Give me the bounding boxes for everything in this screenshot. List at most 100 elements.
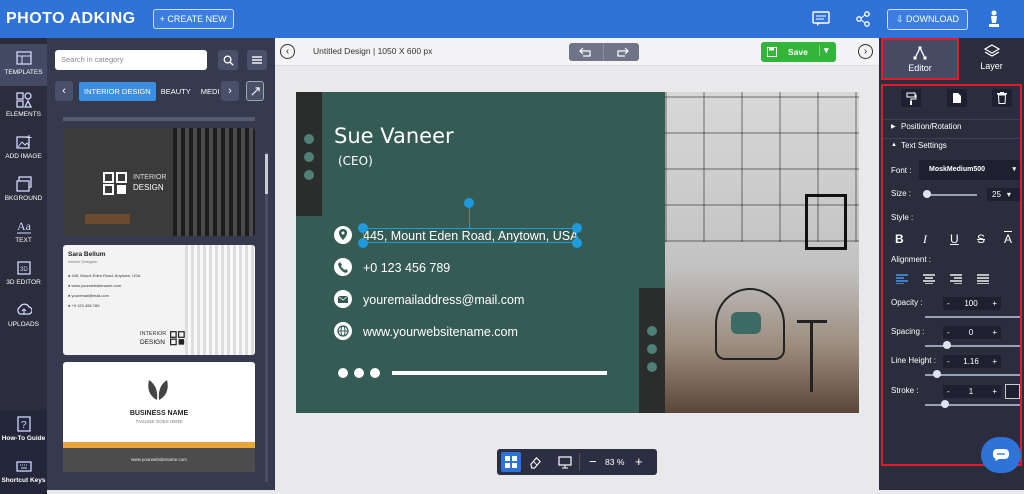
redo-button[interactable] xyxy=(604,43,639,61)
template-scrollbar-thumb[interactable] xyxy=(265,154,268,194)
resize-handle[interactable] xyxy=(572,223,582,233)
uppercase-button[interactable]: A xyxy=(1004,232,1012,246)
card-name[interactable]: Sue Vaneer xyxy=(334,124,454,148)
category-tab-interior-design[interactable]: INTERIOR DESIGN xyxy=(79,81,156,101)
spacing-slider-knob[interactable] xyxy=(943,341,951,349)
nav-add-image[interactable]: ADD IMAGE xyxy=(0,128,47,170)
expand-button[interactable] xyxy=(246,81,264,101)
resize-handle[interactable] xyxy=(572,238,582,248)
eraser-button[interactable] xyxy=(525,452,545,472)
align-left-button[interactable] xyxy=(895,272,909,286)
category-tab-beauty[interactable]: BEAUTY xyxy=(156,82,196,101)
card-website[interactable]: www.yourwebsitename.com xyxy=(363,325,518,339)
bold-button[interactable]: B xyxy=(895,232,904,246)
underline-button[interactable]: U xyxy=(950,232,959,246)
template-card-3[interactable]: BUSINESS NAME TAGLINE GOES HERE www.your… xyxy=(63,362,255,472)
size-select[interactable]: 25 ▾ xyxy=(987,188,1020,201)
card-email[interactable]: youremailaddress@mail.com xyxy=(363,293,524,307)
opacity-stepper[interactable]: - 100 + xyxy=(943,297,1001,310)
size-slider[interactable] xyxy=(925,194,977,196)
business-card-canvas[interactable]: Sue Vaneer (CEO) 445, Mount Eden Road, A… xyxy=(296,92,859,413)
feedback-icon[interactable] xyxy=(809,7,833,31)
redo-icon xyxy=(616,47,629,57)
card-room-photo[interactable] xyxy=(665,92,859,413)
undo-icon xyxy=(579,47,591,57)
nav-shortcut-keys[interactable]: Shortcut Keys xyxy=(0,452,47,494)
present-button[interactable] xyxy=(555,452,575,472)
nav-elements[interactable]: ELEMENTS xyxy=(0,86,47,128)
increment-button[interactable]: + xyxy=(992,328,997,337)
resize-handle[interactable] xyxy=(358,223,368,233)
location-icon xyxy=(334,226,352,244)
save-dropdown-caret[interactable]: ▾ xyxy=(819,45,829,56)
template-card-2[interactable]: Sara Bellum Interior Designer ● 445, Mou… xyxy=(63,245,255,355)
tab-layer[interactable]: Layer xyxy=(959,38,1024,80)
card-role[interactable]: (CEO) xyxy=(338,154,373,168)
card-phone[interactable]: +0 123 456 789 xyxy=(363,261,450,275)
increment-button[interactable]: + xyxy=(992,357,997,366)
align-justify-button[interactable] xyxy=(976,272,990,286)
list-view-button[interactable] xyxy=(247,50,267,70)
increment-button[interactable]: + xyxy=(992,299,997,308)
stroke-color-swatch[interactable] xyxy=(1005,384,1020,399)
category-prev-button[interactable]: ‹ xyxy=(55,81,73,101)
decrement-button[interactable]: - xyxy=(947,328,950,337)
delete-button[interactable] xyxy=(992,89,1012,107)
nav-templates[interactable]: TEMPLATES xyxy=(0,44,47,86)
user-chess-icon[interactable] xyxy=(982,7,1006,31)
document-title[interactable]: Untitled Design | 1050 X 600 px xyxy=(313,46,432,56)
duplicate-button[interactable] xyxy=(947,89,967,107)
template-card-1[interactable]: INTERIOR DESIGN xyxy=(63,128,255,236)
tab-editor-label: Editor xyxy=(908,63,932,73)
line-height-stepper[interactable]: - 1.16 + xyxy=(943,355,1001,368)
opacity-slider[interactable] xyxy=(925,316,1020,318)
spacing-slider[interactable] xyxy=(925,345,1020,347)
tab-editor[interactable]: Editor xyxy=(881,38,959,80)
rotation-handle[interactable] xyxy=(464,198,474,208)
decrement-button[interactable]: - xyxy=(947,387,950,396)
search-input[interactable]: Search in category xyxy=(55,50,207,70)
chat-support-button[interactable] xyxy=(981,437,1021,473)
share-icon[interactable] xyxy=(851,7,875,31)
stroke-stepper[interactable]: - 1 + xyxy=(943,385,1001,398)
panel-collapse-left-button[interactable]: ‹ xyxy=(280,44,295,59)
align-right-button[interactable] xyxy=(949,272,963,286)
nav-text[interactable]: Aa TEXT xyxy=(0,212,47,254)
zoom-out-button[interactable]: − xyxy=(589,454,597,469)
align-center-icon xyxy=(923,274,935,284)
size-slider-knob[interactable] xyxy=(923,190,931,198)
download-button[interactable]: ⇩ DOWNLOAD xyxy=(886,8,968,30)
font-select[interactable]: MoskMedium500 ▾ xyxy=(919,160,1020,180)
nav-how-to-guide[interactable]: ? How-To Guide xyxy=(0,410,47,452)
decrement-button[interactable]: - xyxy=(947,299,950,308)
stroke-slider[interactable] xyxy=(925,404,1020,406)
decrement-button[interactable]: - xyxy=(947,357,950,366)
position-section[interactable]: ▶ Position/Rotation xyxy=(883,119,1020,131)
nav-background[interactable]: BKGROUND xyxy=(0,170,47,212)
font-label: Font : xyxy=(891,166,912,175)
category-tab-medi[interactable]: MEDI xyxy=(196,82,221,101)
grid-view-button[interactable] xyxy=(501,452,521,472)
app-logo[interactable]: PHOTO ADKING xyxy=(6,10,136,28)
line-height-slider-knob[interactable] xyxy=(933,370,941,378)
save-button[interactable]: Save ▾ xyxy=(761,42,836,62)
create-new-button[interactable]: + CREATE NEW xyxy=(152,9,234,29)
italic-button[interactable]: I xyxy=(923,232,927,247)
nav-3d-editor[interactable]: 3D 3D EDITOR xyxy=(0,254,47,296)
panel-collapse-right-button[interactable]: › xyxy=(858,44,873,59)
align-center-button[interactable] xyxy=(922,272,936,286)
text-settings-label: Text Settings xyxy=(901,141,947,150)
nav-uploads[interactable]: UPLOADS xyxy=(0,296,47,338)
category-next-button[interactable]: › xyxy=(221,81,239,101)
zoom-in-button[interactable]: + xyxy=(635,454,643,469)
text-settings-section[interactable]: ▲ Text Settings xyxy=(883,138,1020,150)
stroke-slider-knob[interactable] xyxy=(941,400,949,408)
search-button[interactable] xyxy=(218,50,238,70)
strikethrough-button[interactable]: S xyxy=(977,232,985,246)
increment-button[interactable]: + xyxy=(992,387,997,396)
resize-handle[interactable] xyxy=(358,238,368,248)
undo-button[interactable] xyxy=(569,43,604,61)
spacing-stepper[interactable]: - 0 + xyxy=(943,326,1001,339)
template-scrollbar[interactable] xyxy=(265,152,268,482)
paint-roller-button[interactable] xyxy=(901,89,921,107)
